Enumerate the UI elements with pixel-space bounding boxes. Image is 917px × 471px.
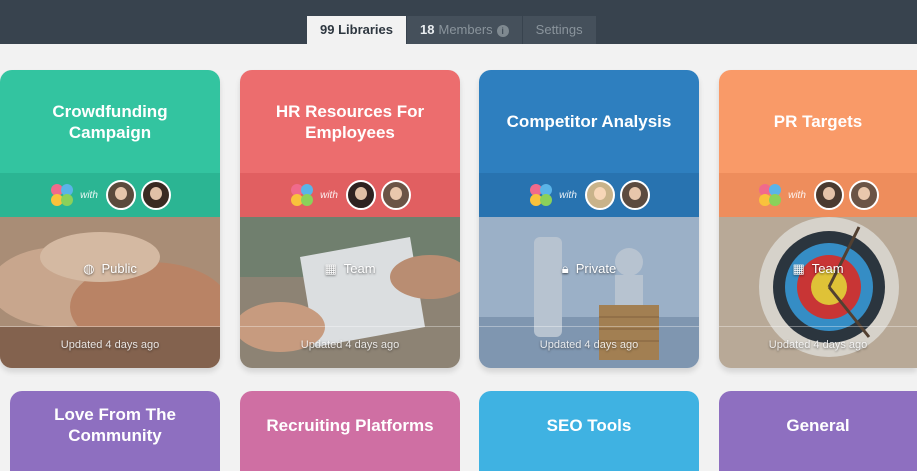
building-icon: ▦ (792, 261, 805, 276)
pinwheel-logo-icon (51, 184, 74, 206)
library-card-crowdfunding[interactable]: Crowdfunding Campaign with ◍ Public Updat… (0, 70, 220, 368)
privacy-status: ◍ Public (0, 261, 220, 277)
library-card-competitor-analysis[interactable]: Competitor Analysis with 🔒︎ Private Updat… (479, 70, 699, 368)
privacy-label: Team (343, 261, 376, 276)
card-title: Crowdfunding Campaign (52, 101, 168, 142)
top-navigation-bar: 99 Libraries 18 Members i Settings (0, 0, 917, 44)
library-card-seo-tools[interactable]: SEO Tools (479, 391, 699, 471)
divider (0, 326, 220, 327)
card-header: PR Targets (719, 70, 917, 173)
with-label: with (80, 189, 98, 201)
card-cover-image: 🔒︎ Private Updated 4 days ago (479, 217, 699, 368)
card-header: Crowdfunding Campaign (0, 70, 220, 173)
lock-icon: 🔒︎ (561, 261, 569, 276)
tab-libraries[interactable]: 99 Libraries (307, 16, 407, 44)
card-header: HR Resources For Employees (240, 70, 460, 173)
avatar[interactable] (848, 180, 879, 210)
card-cover-image: ▦ Team Updated 4 days ago (240, 217, 460, 368)
avatar[interactable] (345, 180, 376, 210)
card-title: HR Resources For Employees (275, 101, 425, 142)
divider (719, 326, 917, 327)
with-label: with (788, 189, 806, 201)
privacy-label: Team (811, 261, 844, 276)
pinwheel-logo-icon (291, 184, 314, 206)
libraries-label: Libraries (338, 22, 394, 37)
library-tabs: 99 Libraries 18 Members i Settings (307, 16, 597, 44)
avatar[interactable] (140, 180, 171, 210)
collaborators-row: with (719, 173, 917, 217)
info-icon[interactable]: i (496, 24, 509, 37)
card-title: PR Targets (773, 112, 863, 131)
pinwheel-logo-icon (530, 184, 553, 206)
avatar[interactable] (619, 180, 650, 210)
library-card-general[interactable]: General (719, 391, 917, 471)
globe-icon: ◍ (83, 261, 95, 276)
privacy-label: Public (101, 261, 137, 276)
collaborators-row: with (240, 173, 460, 217)
collaborators-row: with (0, 173, 220, 217)
updated-timestamp: Updated 4 days ago (300, 339, 400, 351)
members-count: 18 (420, 22, 435, 37)
updated-timestamp: Updated 4 days ago (60, 339, 160, 351)
settings-label: Settings (535, 22, 583, 37)
divider (240, 326, 460, 327)
tab-settings[interactable]: Settings (522, 16, 596, 44)
card-title: SEO Tools (546, 415, 632, 435)
pinwheel-logo-icon (759, 184, 782, 206)
with-label: with (559, 189, 577, 201)
privacy-status: ▦ Team (719, 261, 917, 277)
tab-members[interactable]: 18 Members i (407, 16, 522, 44)
privacy-status: 🔒︎ Private (479, 261, 699, 277)
library-card-pr-targets[interactable]: PR Targets with ▦ Team Updated 4 days ago (719, 70, 917, 368)
card-cover-image: ▦ Team Updated 4 days ago (719, 217, 917, 368)
card-title: Competitor Analysis (506, 112, 672, 131)
avatar[interactable] (813, 180, 844, 210)
card-title: Recruiting Platforms (266, 415, 434, 435)
collaborators-row: with (479, 173, 699, 217)
divider (479, 326, 699, 327)
card-title: General (786, 415, 850, 435)
library-card-hr-resources[interactable]: HR Resources For Employees with ▦ Team Up… (240, 70, 460, 368)
building-icon: ▦ (324, 261, 337, 276)
avatar[interactable] (380, 180, 411, 210)
card-header: Competitor Analysis (479, 70, 699, 173)
avatar[interactable] (584, 180, 615, 210)
privacy-label: Private (575, 261, 617, 276)
members-label: Members (438, 22, 493, 37)
libraries-count: 99 (320, 22, 335, 37)
library-card-recruiting-platforms[interactable]: Recruiting Platforms (240, 391, 460, 471)
avatar[interactable] (105, 180, 136, 210)
updated-timestamp: Updated 4 days ago (539, 339, 639, 351)
with-label: with (320, 189, 338, 201)
privacy-status: ▦ Team (240, 261, 460, 277)
updated-timestamp: Updated 4 days ago (768, 339, 868, 351)
card-cover-image: ◍ Public Updated 4 days ago (0, 217, 220, 368)
library-card-love-from-community[interactable]: Love From The Community (10, 391, 220, 471)
card-title: Love From The Community (54, 405, 176, 445)
